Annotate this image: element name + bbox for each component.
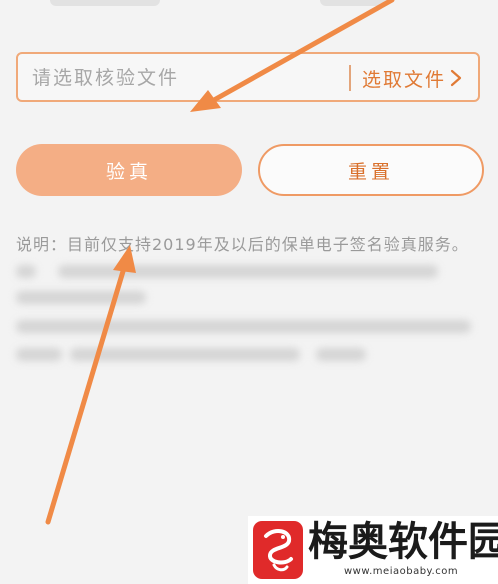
top-cutoff-bar <box>0 0 498 18</box>
blurred-text-line <box>16 291 146 304</box>
cutoff-fragment <box>320 0 390 6</box>
verify-button[interactable]: 验真 <box>16 144 242 196</box>
arrow-line-bottom <box>45 265 127 525</box>
dragon-logo-icon <box>264 529 293 572</box>
cutoff-fragment <box>50 0 160 6</box>
pick-file-button[interactable]: 选取文件 <box>362 62 464 94</box>
blurred-text-line <box>16 320 471 333</box>
file-picker-field[interactable]: 请选取核验文件 选取文件 <box>16 52 480 102</box>
brand-url: www.meiaobaby.com <box>344 566 459 577</box>
watermark: 梅奥软件园 www.meiaobaby.com <box>248 516 498 584</box>
blurred-text-line <box>58 265 438 278</box>
chevron-right-icon <box>450 69 462 87</box>
notice-text: 说明：目前仅支持2019年及以后的保单电子签名验真服务。 <box>16 235 469 254</box>
pick-file-label: 选取文件 <box>362 68 447 91</box>
reset-button[interactable]: 重置 <box>258 144 484 196</box>
file-placeholder: 请选取核验文件 <box>32 67 180 89</box>
blurred-text-line <box>70 348 300 361</box>
picker-divider <box>349 65 351 91</box>
dragon-logo-icon <box>253 521 303 579</box>
blurred-text-line <box>16 265 36 278</box>
blurred-text-line <box>16 348 62 361</box>
blurred-text-line <box>316 348 366 361</box>
brand-name: 梅奥软件园 <box>308 519 498 565</box>
